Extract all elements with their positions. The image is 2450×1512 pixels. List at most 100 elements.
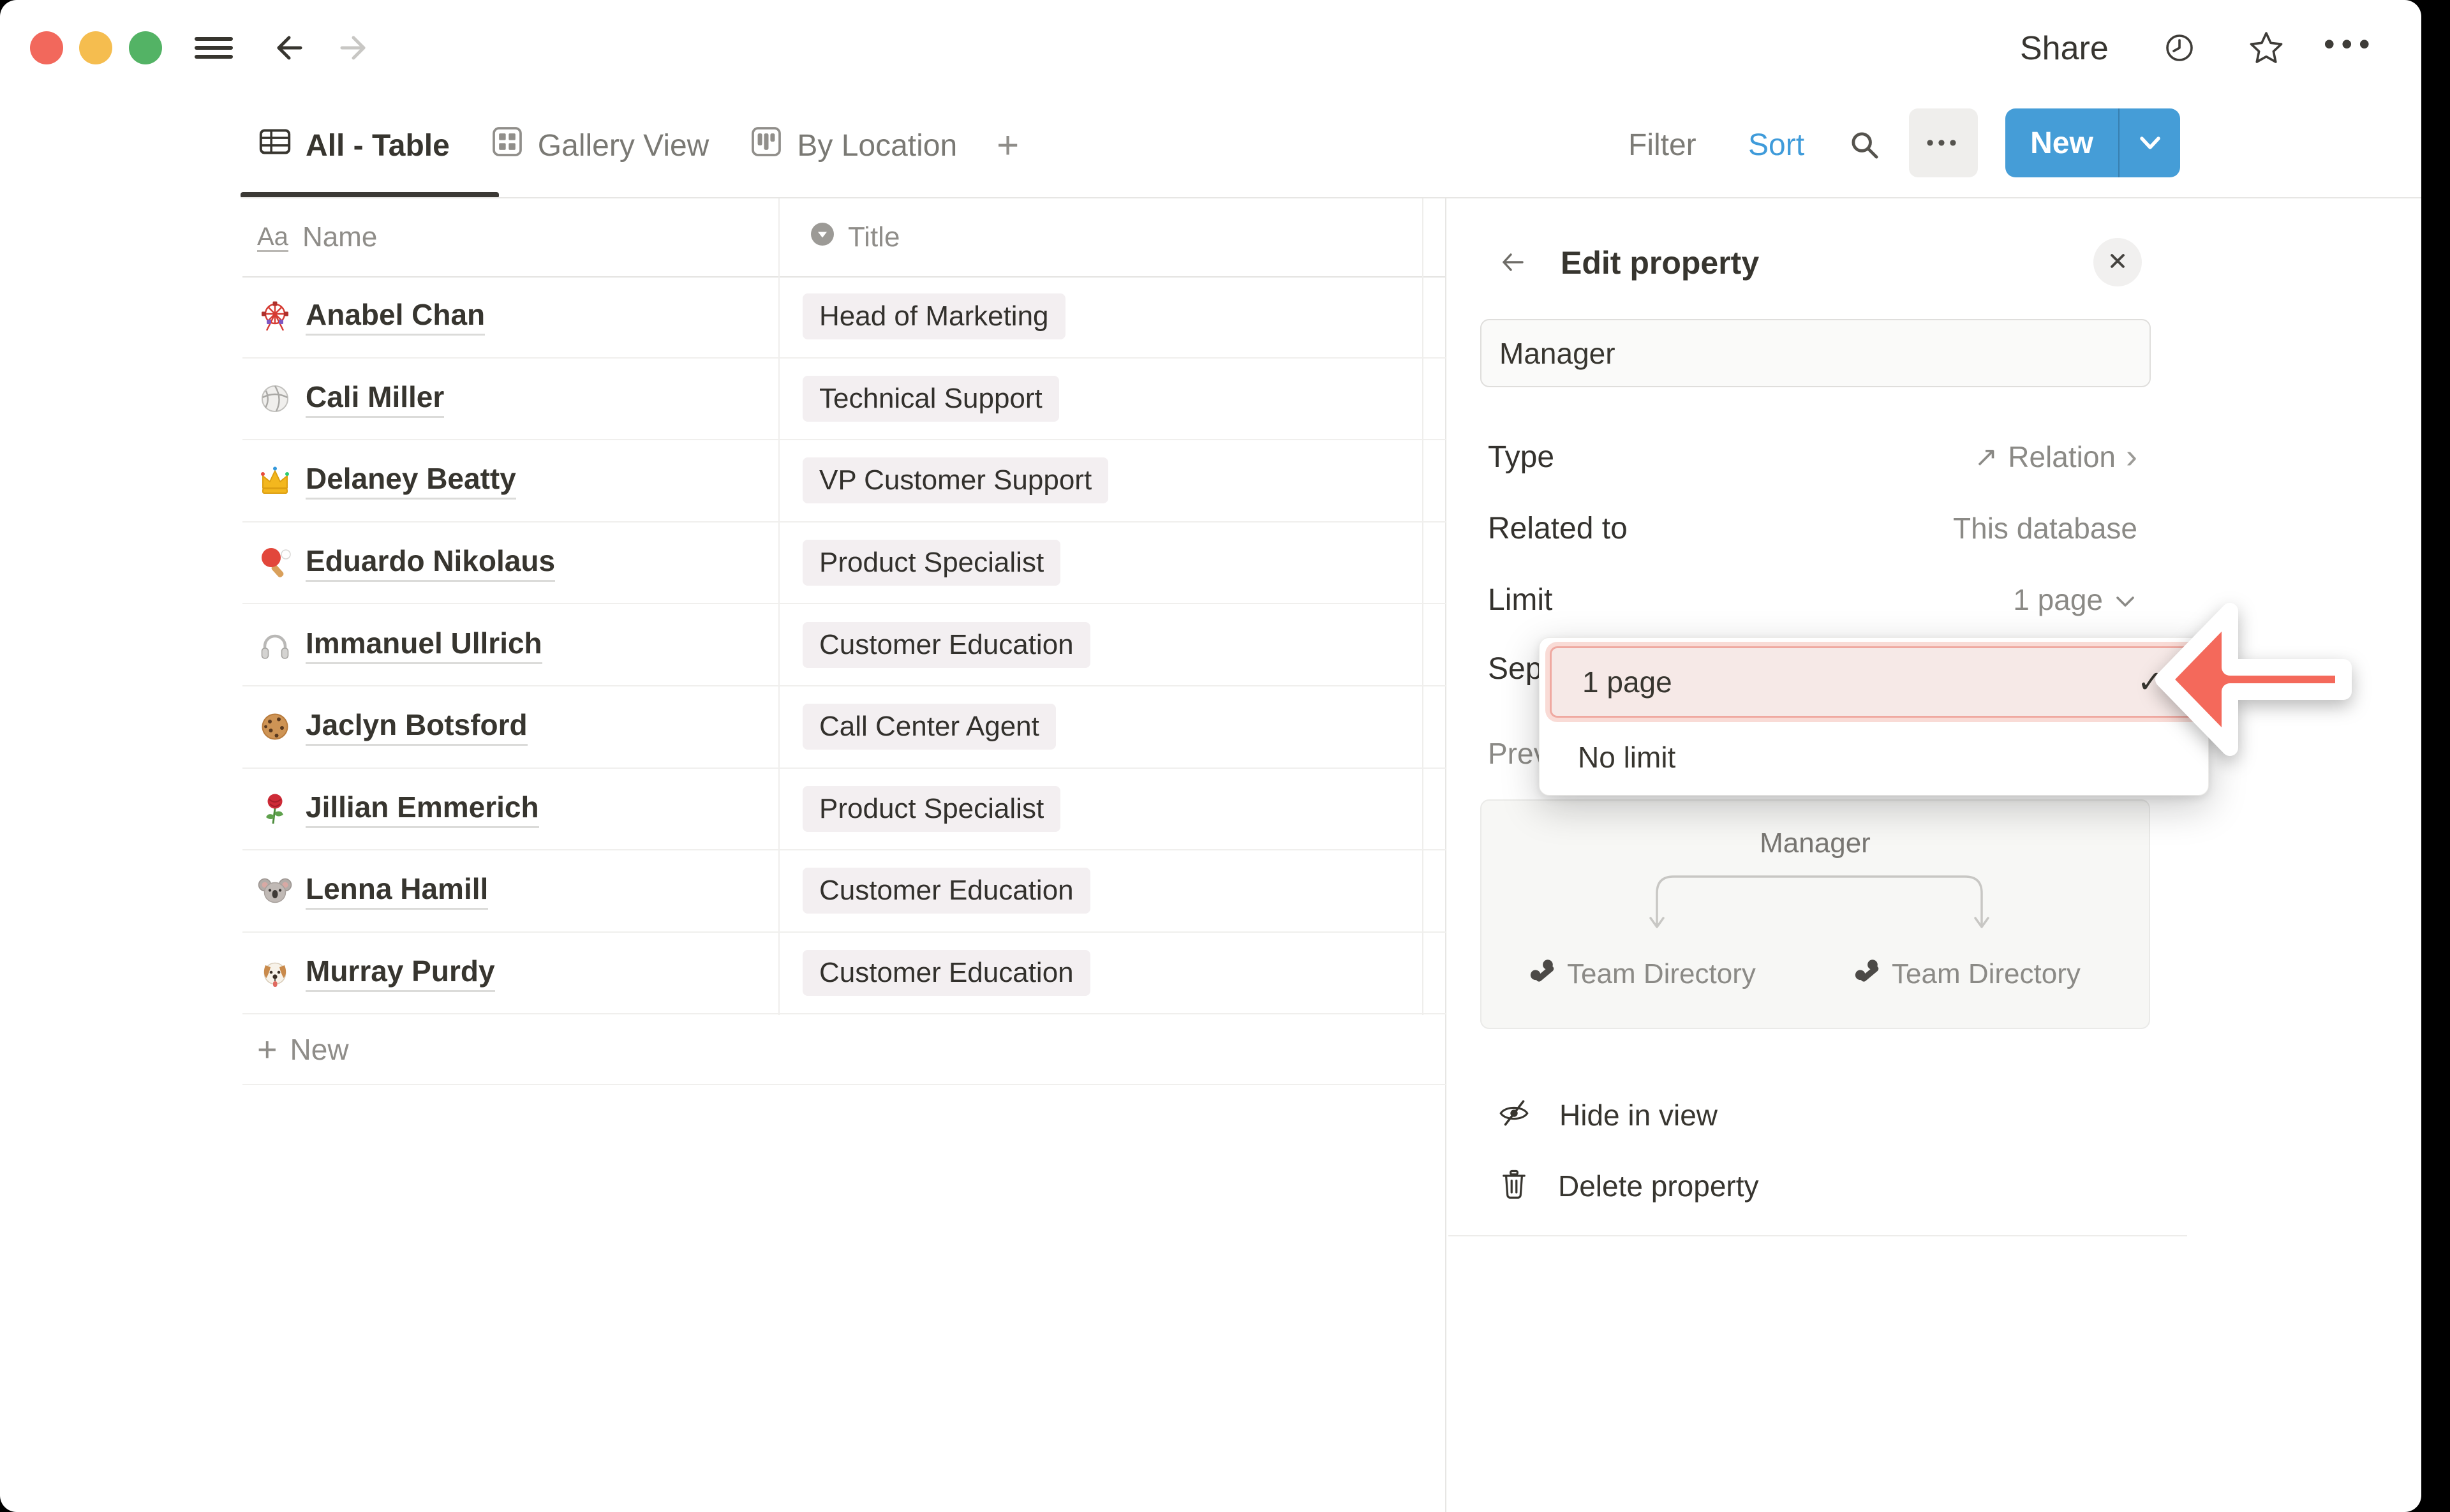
row-name-link[interactable]: Jaclyn Botsford [306, 708, 528, 746]
row-name-link[interactable]: Anabel Chan [306, 297, 485, 336]
new-button-label[interactable]: New [2005, 108, 2120, 177]
row-name-link[interactable]: Delaney Beatty [306, 461, 516, 500]
tab-label: All - Table [306, 128, 450, 163]
filter-button[interactable]: Filter [1628, 128, 1696, 163]
table-row[interactable]: Delaney Beatty VP Customer Support [242, 440, 1446, 523]
property-row-related-to[interactable]: Related to This database [1488, 512, 2137, 545]
phone-icon [1527, 956, 1557, 992]
select-property-icon [810, 221, 835, 254]
column-header-title[interactable]: Title [810, 221, 900, 254]
traffic-light-zoom[interactable] [129, 31, 162, 64]
panel-back-icon[interactable] [1497, 248, 1529, 280]
tab-by-location[interactable]: By Location [748, 124, 957, 167]
volleyball-icon [257, 381, 293, 417]
preview-bracket-arrows [1640, 868, 2003, 938]
delete-property-button[interactable]: Delete property [1498, 1167, 1759, 1204]
row-title-cell[interactable]: Customer Education [778, 622, 1446, 668]
row-title-cell[interactable]: Customer Education [778, 950, 1446, 996]
title-tag: Customer Education [803, 622, 1090, 668]
notion-window: Share ••• All - Table Gallery View By Lo… [0, 0, 2421, 1512]
title-tag: Head of Marketing [803, 293, 1065, 339]
table-rows: Anabel Chan Head of Marketing Cali Miller T… [242, 276, 1446, 1014]
new-row-button[interactable]: + New [242, 1015, 1446, 1085]
row-name-link[interactable]: Immanuel Ullrich [306, 626, 542, 664]
type-value: Relation [2008, 440, 2116, 474]
favorite-star-icon[interactable] [2248, 29, 2285, 70]
tab-label: Gallery View [538, 128, 709, 163]
dropdown-option-1-page[interactable]: 1 page ✓ [1550, 646, 2198, 718]
new-button[interactable]: New [2005, 108, 2180, 177]
column-header-name[interactable]: Name [302, 221, 810, 253]
forward-icon[interactable] [334, 31, 370, 68]
phone-icon [1852, 956, 1882, 992]
dog-icon [257, 955, 293, 991]
panel-close-button[interactable] [2093, 238, 2142, 286]
rose-icon [257, 791, 293, 827]
table-row[interactable]: Jillian Emmerich Product Specialist [242, 769, 1446, 851]
share-button[interactable]: Share [2020, 29, 2109, 68]
row-title-cell[interactable]: Call Center Agent [778, 704, 1446, 750]
row-name-link[interactable]: Murray Purdy [306, 954, 495, 992]
property-name-input[interactable] [1480, 319, 2151, 387]
row-name-link[interactable]: Lenna Hamill [306, 871, 488, 910]
property-row-type[interactable]: Type ↗ Relation › [1488, 440, 2137, 473]
ping-pong-icon [257, 545, 293, 581]
table-row[interactable]: Lenna Hamill Customer Education [242, 850, 1446, 933]
table-row[interactable]: Jaclyn Botsford Call Center Agent [242, 686, 1446, 769]
table-row[interactable]: Cali Miller Technical Support [242, 359, 1446, 441]
related-value: This database [1953, 511, 2137, 545]
search-icon[interactable] [1846, 127, 1883, 167]
table-header: Aa Name Title [242, 198, 1446, 278]
table-row[interactable]: Immanuel Ullrich Customer Education [242, 604, 1446, 686]
row-title-cell[interactable]: Head of Marketing [778, 293, 1446, 339]
row-title-cell[interactable]: VP Customer Support [778, 457, 1446, 503]
row-name-link[interactable]: Jillian Emmerich [306, 790, 539, 828]
table-row[interactable]: Eduardo Nikolaus Product Specialist [242, 523, 1446, 605]
view-options-button[interactable]: ••• [1909, 108, 1978, 177]
board-view-icon [748, 124, 784, 167]
eye-off-icon [1497, 1096, 1531, 1134]
tab-all-table[interactable]: All - Table [257, 124, 450, 167]
gallery-view-icon [489, 124, 525, 167]
updates-clock-icon[interactable] [2161, 29, 2198, 70]
back-icon[interactable] [272, 31, 308, 68]
traffic-light-close[interactable] [30, 31, 63, 64]
hide-in-view-button[interactable]: Hide in view [1497, 1096, 1718, 1134]
dropdown-option-no-limit[interactable]: No limit [1578, 740, 1675, 775]
title-tag: Customer Education [803, 868, 1090, 914]
preview-target-1: Team Directory [1527, 956, 1756, 992]
table-row[interactable]: Anabel Chan Head of Marketing [242, 276, 1446, 359]
table-view-icon [257, 124, 293, 167]
preview-target-2: Team Directory [1852, 956, 2081, 992]
traffic-light-minimize[interactable] [79, 31, 112, 64]
new-row-label: New [290, 1032, 349, 1067]
row-title-cell[interactable]: Technical Support [778, 376, 1446, 422]
window-more-icon[interactable]: ••• [2324, 26, 2377, 63]
view-tabs: All - Table Gallery View By Location + [257, 114, 1019, 177]
new-dropdown-chevron-icon[interactable] [2120, 108, 2180, 177]
title-tag: Product Specialist [803, 540, 1060, 586]
add-view-button[interactable]: + [997, 126, 1019, 165]
row-name-link[interactable]: Cali Miller [306, 380, 444, 418]
row-title-cell[interactable]: Product Specialist [778, 540, 1446, 586]
clipped-label-separate: Sep [1488, 651, 1542, 686]
title-property-icon: Aa [257, 223, 288, 252]
crown-icon [257, 463, 293, 498]
chevron-down-icon [2113, 582, 2137, 617]
relation-arrow-icon: ↗ [1974, 441, 1998, 473]
property-row-limit[interactable]: Limit 1 page [1488, 583, 2137, 616]
row-title-cell[interactable]: Customer Education [778, 868, 1446, 914]
tab-gallery-view[interactable]: Gallery View [489, 124, 709, 167]
title-tag: Customer Education [803, 950, 1090, 996]
table-row[interactable]: Murray Purdy Customer Education [242, 933, 1446, 1015]
ellipsis-icon: ••• [1926, 131, 1961, 156]
annotation-arrow-left [2141, 597, 2421, 762]
row-title-cell[interactable]: Product Specialist [778, 786, 1446, 832]
limit-value: 1 page [2013, 582, 2103, 617]
row-name-link[interactable]: Eduardo Nikolaus [306, 544, 555, 582]
panel-title: Edit property [1561, 244, 1759, 281]
plus-icon: + [257, 1032, 278, 1067]
close-icon [2105, 248, 2130, 277]
sort-button[interactable]: Sort [1748, 128, 1804, 163]
sidebar-menu-icon[interactable] [194, 31, 234, 68]
